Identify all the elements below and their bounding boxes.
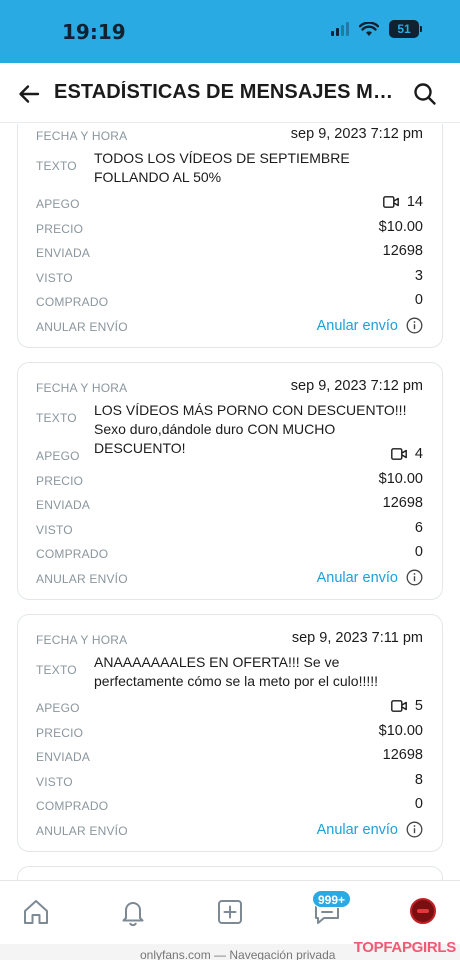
sent-value: 12698 (382, 747, 423, 763)
viewed-label: VISTO (36, 523, 73, 537)
text-label: TEXTO (36, 663, 77, 677)
attachment-value: 4 (391, 446, 423, 462)
cancel-send-label: Anular envío (316, 569, 398, 586)
cancel-send-button[interactable]: Anular envío (317, 821, 423, 838)
cancel-send-button[interactable]: Anular envío (317, 569, 423, 586)
battery-level: 51 (389, 20, 419, 38)
cancel-send-button[interactable]: Anular envío (317, 317, 423, 334)
sent-label: ENVIADA (36, 246, 91, 260)
browser-url: onlyfans.com — Navegación privada (140, 948, 336, 960)
datetime-label: FECHA Y HORA (36, 129, 128, 143)
datetime-label: FECHA Y HORA (36, 633, 128, 647)
attachment-label: APEGO (36, 197, 80, 211)
purchased-label: COMPRADO (36, 295, 109, 309)
video-camera-icon (391, 448, 407, 460)
status-icons: 51 (331, 20, 422, 38)
avatar[interactable] (410, 898, 436, 924)
search-icon[interactable] (412, 81, 438, 107)
viewed-label: VISTO (36, 775, 73, 789)
info-icon[interactable] (406, 821, 423, 838)
datetime-value: sep 9, 2023 7:11 pm (291, 630, 423, 646)
battery-icon: 51 (389, 20, 422, 38)
attachment-count: 4 (414, 446, 423, 462)
message-text: LOS VÍDEOS MÁS PORNO CON DESCUENTO!!! Se… (94, 402, 407, 456)
sent-value: 12698 (382, 495, 423, 511)
info-icon[interactable] (406, 569, 423, 586)
cancel-send-label: Anular envío (316, 317, 398, 334)
text-label: TEXTO (36, 411, 77, 425)
status-time: 19:19 (62, 20, 126, 44)
bell-icon[interactable] (118, 897, 148, 927)
app-header: ESTADÍSTICAS DE MENSAJES MAS... (0, 63, 460, 123)
price-value: $10.00 (378, 723, 423, 739)
sent-value: 12698 (382, 243, 423, 259)
attachment-count: 14 (406, 194, 423, 210)
purchased-label: COMPRADO (36, 799, 109, 813)
message-text: ANAAAAAAALES EN OFERTA!!! Se ve perfecta… (94, 654, 379, 689)
viewed-value: 3 (414, 268, 423, 284)
info-icon[interactable] (406, 317, 423, 334)
message-stat-card: FECHA Y HORA sep 9, 2023 7:11 pm TEXTO A… (17, 614, 443, 852)
datetime-label: FECHA Y HORA (36, 381, 128, 395)
datetime-value: sep 9, 2023 7:12 pm (290, 126, 423, 142)
price-value: $10.00 (378, 471, 423, 487)
home-icon[interactable] (21, 897, 51, 927)
price-label: PRECIO (36, 222, 84, 236)
video-camera-icon (391, 700, 407, 712)
cancel-label: ANULAR ENVÍO (36, 824, 128, 838)
watermark: TOPFAPGIRLS (353, 939, 457, 956)
message-stat-card (17, 866, 443, 880)
status-bar: 19:19 51 (0, 0, 460, 63)
viewed-value: 6 (414, 520, 423, 536)
text-label: TEXTO (36, 159, 77, 173)
attachment-value: 14 (382, 194, 423, 210)
purchased-value: 0 (414, 544, 423, 560)
price-label: PRECIO (36, 474, 84, 488)
attachment-label: APEGO (36, 701, 80, 715)
cancel-label: ANULAR ENVÍO (36, 572, 128, 586)
datetime-value: sep 9, 2023 7:12 pm (290, 378, 423, 394)
back-arrow-icon[interactable] (16, 81, 42, 107)
attachment-count: 5 (414, 698, 423, 714)
add-post-icon[interactable] (215, 897, 245, 927)
viewed-label: VISTO (36, 271, 73, 285)
purchased-value: 0 (414, 292, 423, 308)
wifi-icon (359, 21, 379, 36)
cancel-send-label: Anular envío (316, 821, 398, 838)
bottom-tab-bar (0, 880, 460, 944)
price-label: PRECIO (36, 726, 84, 740)
viewed-value: 8 (414, 772, 423, 788)
attachment-value: 5 (391, 698, 423, 714)
sent-label: ENVIADA (36, 750, 91, 764)
message-stat-card: FECHA Y HORA sep 9, 2023 7:12 pm TEXTO T… (17, 124, 443, 348)
message-text: TODOS LOS VÍDEOS DE SEPTIEMBRE FOLLANDO … (94, 150, 350, 185)
price-value: $10.00 (378, 219, 423, 235)
page-title: ESTADÍSTICAS DE MENSAJES MAS... (54, 81, 404, 103)
purchased-label: COMPRADO (36, 547, 109, 561)
message-stat-card: FECHA Y HORA sep 9, 2023 7:12 pm TEXTO L… (17, 362, 443, 600)
messages-badge: 999+ (312, 890, 352, 908)
purchased-value: 0 (414, 796, 423, 812)
cancel-label: ANULAR ENVÍO (36, 320, 128, 334)
sent-label: ENVIADA (36, 498, 91, 512)
cellular-signal-icon (331, 22, 349, 36)
attachment-label: APEGO (36, 449, 80, 463)
message-stats-list[interactable]: FECHA Y HORA sep 9, 2023 7:12 pm TEXTO T… (0, 124, 460, 880)
video-camera-icon (382, 196, 399, 208)
